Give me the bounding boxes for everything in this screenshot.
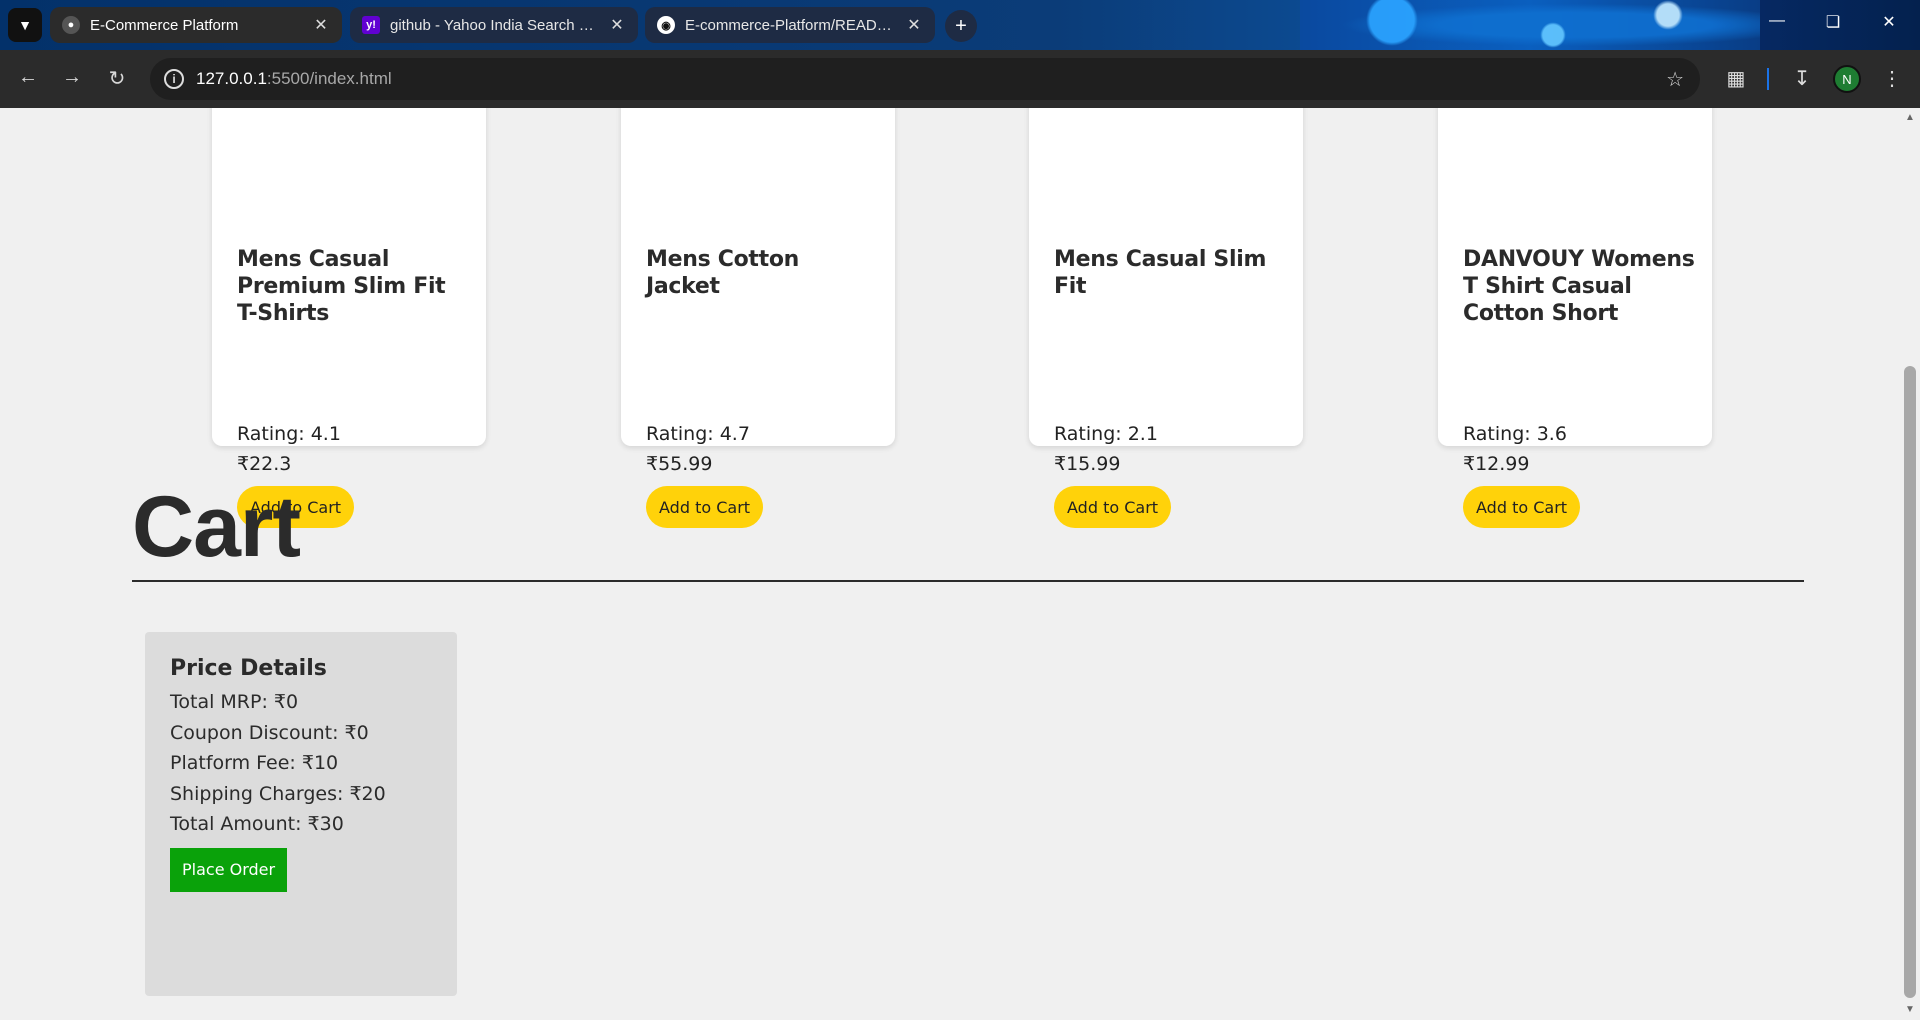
tab-github-readme[interactable]: ◉ E-commerce-Platform/README.md ✕ bbox=[645, 7, 935, 43]
product-image bbox=[681, 108, 831, 114]
globe-icon: ● bbox=[62, 16, 80, 34]
scroll-down-icon[interactable]: ▼ bbox=[1904, 1004, 1916, 1015]
more-menu-icon[interactable]: ⋮ bbox=[1878, 66, 1906, 91]
product-name: DANVOUY Womens T Shirt Casual Cotton Sho… bbox=[1463, 247, 1695, 326]
product-rating: Rating: 3.6 bbox=[1463, 423, 1567, 445]
price-details-panel: Price Details Total MRP: ₹0 Coupon Disco… bbox=[145, 632, 457, 996]
back-arrow-icon[interactable]: ← bbox=[14, 66, 42, 89]
browser-toolbar: ← → ↻ i 127.0.0.1:5500/index.html ☆ ▦ ↧ … bbox=[0, 50, 1920, 108]
page-scrollbar[interactable]: ▲ ▼ bbox=[1900, 108, 1920, 1020]
product-rating: Rating: 4.7 bbox=[646, 423, 750, 445]
browser-tab-strip: ▼ ● E-Commerce Platform ✕ y! github - Ya… bbox=[0, 0, 1920, 50]
total-amount: Total Amount: ₹30 bbox=[170, 813, 344, 835]
add-to-cart-button[interactable]: Add to Cart bbox=[1054, 486, 1172, 528]
address-bar[interactable]: i 127.0.0.1:5500/index.html ☆ bbox=[150, 58, 1700, 100]
product-price: ₹55.99 bbox=[646, 453, 713, 475]
yahoo-icon: y! bbox=[362, 16, 380, 34]
tab-title: E-Commerce Platform bbox=[90, 16, 239, 34]
github-icon: ◉ bbox=[657, 16, 675, 34]
add-to-cart-button[interactable]: Add to Cart bbox=[1463, 486, 1581, 528]
tab-ecommerce-platform[interactable]: ● E-Commerce Platform ✕ bbox=[50, 7, 342, 43]
product-name: Mens Casual Slim Fit bbox=[1054, 247, 1267, 299]
close-icon[interactable]: ✕ bbox=[608, 15, 626, 35]
profile-avatar[interactable]: N bbox=[1833, 65, 1861, 93]
product-card: Mens Casual Slim Fit Rating: 2.1 ₹15.99 … bbox=[1029, 108, 1303, 528]
bookmark-star-icon[interactable]: ☆ bbox=[1666, 67, 1684, 92]
coupon-discount: Coupon Discount: ₹0 bbox=[170, 721, 369, 744]
product-price: ₹15.99 bbox=[1054, 453, 1121, 475]
product-card: DANVOUY Womens T Shirt Casual Cotton Sho… bbox=[1438, 108, 1712, 528]
window-wallpaper bbox=[1300, 0, 1760, 50]
toolbar-divider bbox=[1767, 68, 1769, 90]
restore-button[interactable]: ❏ bbox=[1821, 12, 1845, 32]
close-icon[interactable]: ✕ bbox=[312, 15, 330, 35]
chevron-down-icon: ▼ bbox=[18, 17, 32, 33]
platform-fee: Platform Fee: ₹10 bbox=[170, 752, 339, 774]
close-icon[interactable]: ✕ bbox=[905, 15, 923, 35]
tab-yahoo-search[interactable]: y! github - Yahoo India Search Results ✕ bbox=[350, 7, 638, 43]
download-icon[interactable]: ↧ bbox=[1788, 66, 1816, 91]
url-path: :5500/index.html bbox=[266, 69, 392, 88]
scroll-up-icon[interactable]: ▲ bbox=[1904, 112, 1916, 123]
product-rating: Rating: 2.1 bbox=[1054, 423, 1158, 445]
tab-search-button[interactable]: ▼ bbox=[8, 8, 42, 42]
site-info-icon[interactable]: i bbox=[164, 69, 184, 89]
new-tab-button[interactable]: + bbox=[945, 10, 977, 42]
scrollbar-thumb[interactable] bbox=[1904, 366, 1916, 998]
tab-title: E-commerce-Platform/README.md bbox=[685, 16, 895, 34]
product-card: Mens Cotton Jacket Rating: 4.7 ₹55.99 Ad… bbox=[621, 108, 895, 528]
product-price: ₹12.99 bbox=[1463, 453, 1530, 475]
product-card: Mens Casual Premium Slim Fit T-Shirts Ra… bbox=[212, 108, 486, 528]
product-price: ₹22.3 bbox=[237, 453, 292, 475]
total-mrp: Total MRP: ₹0 bbox=[170, 691, 299, 713]
product-image bbox=[272, 108, 422, 114]
add-to-cart-button[interactable]: Add to Cart bbox=[646, 486, 764, 528]
page-viewport: Mens Casual Premium Slim Fit T-Shirts Ra… bbox=[0, 108, 1900, 1020]
extensions-icon[interactable]: ▦ bbox=[1722, 66, 1750, 91]
place-order-button[interactable]: Place Order bbox=[170, 847, 288, 892]
tab-title: github - Yahoo India Search Results bbox=[390, 16, 598, 34]
product-rating: Rating: 4.1 bbox=[237, 423, 341, 445]
product-image bbox=[1498, 108, 1648, 114]
reload-icon[interactable]: ↻ bbox=[103, 66, 131, 91]
product-image bbox=[1089, 108, 1239, 114]
close-window-button[interactable]: ✕ bbox=[1877, 12, 1901, 32]
forward-arrow-icon[interactable]: → bbox=[58, 66, 86, 89]
url-host: 127.0.0.1 bbox=[196, 69, 267, 88]
shipping-charges: Shipping Charges: ₹20 bbox=[170, 782, 386, 805]
product-name: Mens Cotton Jacket bbox=[646, 247, 799, 299]
address-url: 127.0.0.1:5500/index.html bbox=[196, 69, 392, 89]
plus-icon: + bbox=[955, 14, 967, 37]
price-details-heading: Price Details bbox=[170, 656, 327, 681]
minimize-button[interactable]: — bbox=[1765, 12, 1789, 30]
product-name: Mens Casual Premium Slim Fit T-Shirts bbox=[237, 247, 446, 326]
cart-divider bbox=[132, 580, 1804, 582]
cart-heading: Cart bbox=[132, 479, 301, 575]
